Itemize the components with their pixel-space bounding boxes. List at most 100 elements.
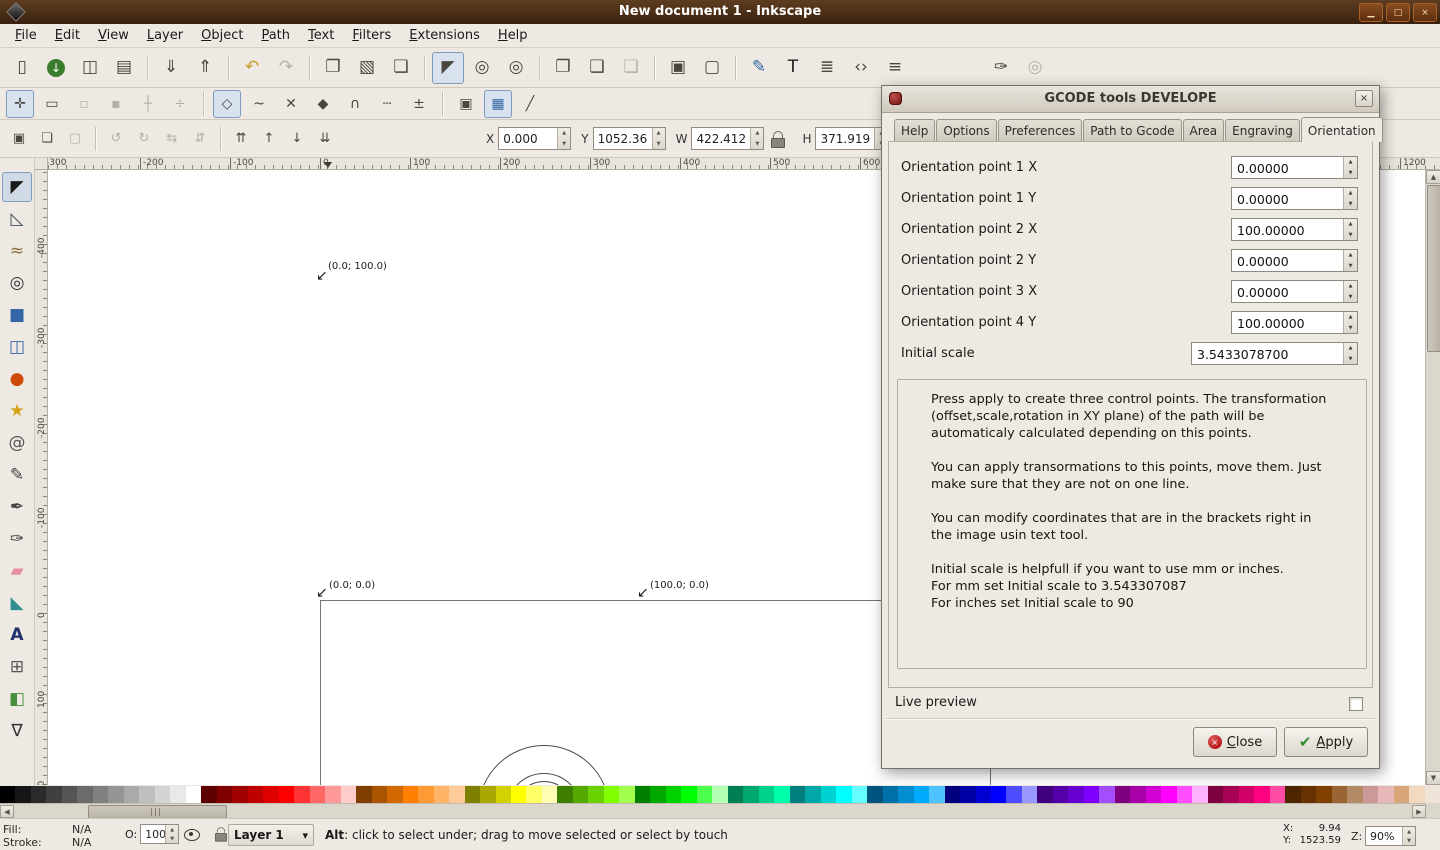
palette-swatch[interactable]	[15, 786, 31, 803]
print-icon[interactable]: ▤	[108, 52, 140, 84]
menu-help[interactable]: Help	[489, 25, 537, 46]
spin-down-icon[interactable]: ▼	[1403, 836, 1415, 845]
spin-down-icon[interactable]: ▼	[1344, 292, 1357, 303]
snap-guides-icon[interactable]: ╱	[516, 90, 544, 118]
snap-enable-icon[interactable]: ✛	[6, 89, 34, 118]
palette-swatch[interactable]	[743, 786, 759, 803]
minimize-button[interactable]: ▁	[1359, 3, 1383, 22]
palette-swatch[interactable]	[1161, 786, 1177, 803]
spin-up-icon[interactable]: ▲	[1344, 312, 1357, 323]
spin-up-icon[interactable]: ▲	[1344, 281, 1357, 292]
palette-swatch[interactable]	[170, 786, 186, 803]
palette-swatch[interactable]	[634, 786, 651, 803]
spin-value[interactable]: 100.00000	[1232, 219, 1343, 240]
palette-swatch[interactable]	[61, 786, 78, 803]
spinbox[interactable]: 0.00000 ▲ ▼	[1231, 156, 1358, 179]
scroll-right-icon[interactable]: ▶	[1412, 805, 1426, 818]
menu-filters[interactable]: Filters	[343, 25, 400, 46]
spin-down-icon[interactable]: ▼	[558, 139, 570, 150]
apply-button[interactable]: ✔ Apply	[1284, 727, 1368, 757]
palette-swatch[interactable]	[541, 786, 558, 803]
width-field-spinners[interactable]: ▲ ▼	[750, 128, 764, 149]
spin-up-icon[interactable]: ▲	[1344, 219, 1357, 230]
palette-swatch[interactable]	[495, 786, 511, 803]
snap-grid-icon[interactable]: ▦	[484, 89, 512, 118]
eraser-tool[interactable]: ▰	[2, 556, 32, 586]
menu-object[interactable]: Object	[192, 25, 252, 46]
palette-swatch[interactable]	[433, 786, 450, 803]
tweak-tool[interactable]: ≈	[2, 236, 32, 266]
snap-others-icon[interactable]: ±	[405, 90, 433, 118]
palette-swatch[interactable]	[696, 786, 713, 803]
snap-bbox-centers-icon[interactable]: ÷	[166, 90, 194, 118]
palette-swatch[interactable]	[480, 786, 496, 803]
input-devices-icon[interactable]: ✑	[985, 52, 1017, 84]
palette-swatch[interactable]	[449, 786, 465, 803]
palette-swatch[interactable]	[1021, 786, 1038, 803]
snap-bbox-corners-icon[interactable]: ▪	[102, 90, 130, 118]
window-titlebar[interactable]: New document 1 - Inkscape ▁ □ ×	[0, 0, 1440, 24]
menu-layer[interactable]: Layer	[138, 25, 192, 46]
spin-up-icon[interactable]: ▲	[1344, 157, 1357, 168]
layer-visibility-eye-icon[interactable]	[184, 829, 200, 841]
snap-page-border-icon[interactable]: ▣	[452, 90, 480, 118]
select-all-layers-icon[interactable]: ❏	[34, 126, 60, 152]
palette-swatch[interactable]	[588, 786, 604, 803]
flip-horizontal-icon[interactable]: ⇆	[159, 126, 185, 152]
maximize-button[interactable]: □	[1386, 3, 1410, 22]
spin-up-icon[interactable]: ▲	[166, 825, 178, 834]
palette-swatch[interactable]	[650, 786, 666, 803]
tab-preferences[interactable]: Preferences	[997, 119, 1083, 142]
spiral-tool[interactable]: @	[2, 428, 32, 458]
palette-swatch[interactable]	[572, 786, 589, 803]
palette-swatch[interactable]	[913, 786, 930, 803]
deselect-icon[interactable]: ▢	[62, 126, 88, 152]
palette-swatch[interactable]	[836, 786, 852, 803]
connector-tool[interactable]: ⊞	[2, 652, 32, 682]
scroll-down-icon[interactable]: ▼	[1426, 771, 1440, 785]
tab-engraving[interactable]: Engraving	[1225, 119, 1300, 142]
layer-lock-icon[interactable]	[214, 826, 228, 842]
palette-swatch[interactable]	[418, 786, 434, 803]
palette-swatch[interactable]	[263, 786, 279, 803]
spinbox[interactable]: 100.00000 ▲ ▼	[1231, 218, 1358, 241]
menu-view[interactable]: View	[89, 25, 138, 46]
palette-swatch[interactable]	[201, 786, 217, 803]
x-field[interactable]: 0.000 ▲ ▼	[498, 127, 572, 150]
snap-midpoints-icon[interactable]: ┄	[373, 90, 401, 118]
rotate-ccw-icon[interactable]: ↺	[103, 126, 129, 152]
palette-swatch[interactable]	[0, 786, 16, 803]
spin-up-icon[interactable]: ▲	[1344, 188, 1357, 199]
spin-value[interactable]: 100.00000	[1232, 312, 1343, 333]
palette-swatch[interactable]	[944, 786, 961, 803]
vertical-ruler[interactable]: -400 -300 -200 -100 0 100 200	[35, 170, 48, 785]
horizontal-scrollbar[interactable]: ◀ ▶	[0, 803, 1440, 819]
x-field-spinners[interactable]: ▲ ▼	[557, 128, 571, 150]
spin-buttons[interactable]: ▲ ▼	[1343, 188, 1357, 209]
vertical-scrollbar-thumb[interactable]	[1427, 185, 1440, 352]
palette-swatch[interactable]	[929, 786, 945, 803]
text-tool[interactable]: A	[2, 620, 32, 650]
snap-cusp-nodes-icon[interactable]: ◆	[309, 90, 337, 118]
live-preview-checkbox[interactable]	[1349, 697, 1363, 711]
zoom-drawing-icon[interactable]: ◎	[466, 52, 498, 84]
snap-smooth-nodes-icon[interactable]: ∩	[341, 90, 369, 118]
find-icon[interactable]: ◎	[1019, 52, 1051, 84]
spin-down-icon[interactable]: ▼	[1344, 168, 1357, 179]
palette-swatch[interactable]	[991, 786, 1007, 803]
menu-text[interactable]: Text	[299, 25, 343, 46]
import-icon[interactable]: ⇓	[155, 52, 187, 84]
star-tool[interactable]: ★	[2, 396, 32, 426]
scroll-up-icon[interactable]: ▲	[1426, 170, 1440, 184]
undo-icon[interactable]: ↶	[236, 52, 268, 84]
width-field[interactable]: 422.412 ▲ ▼	[691, 127, 765, 150]
palette-swatch[interactable]	[1192, 786, 1208, 803]
palette-swatch[interactable]	[1068, 786, 1084, 803]
palette-swatch[interactable]	[216, 786, 233, 803]
node-tool[interactable]: ◺	[2, 204, 32, 234]
ungroup-icon[interactable]: ▢	[696, 52, 728, 84]
close-button[interactable]: ×	[1413, 3, 1437, 22]
palette-swatch[interactable]	[820, 786, 837, 803]
palette-swatch[interactable]	[46, 786, 62, 803]
document-save-icon[interactable]: ◫	[74, 52, 106, 84]
